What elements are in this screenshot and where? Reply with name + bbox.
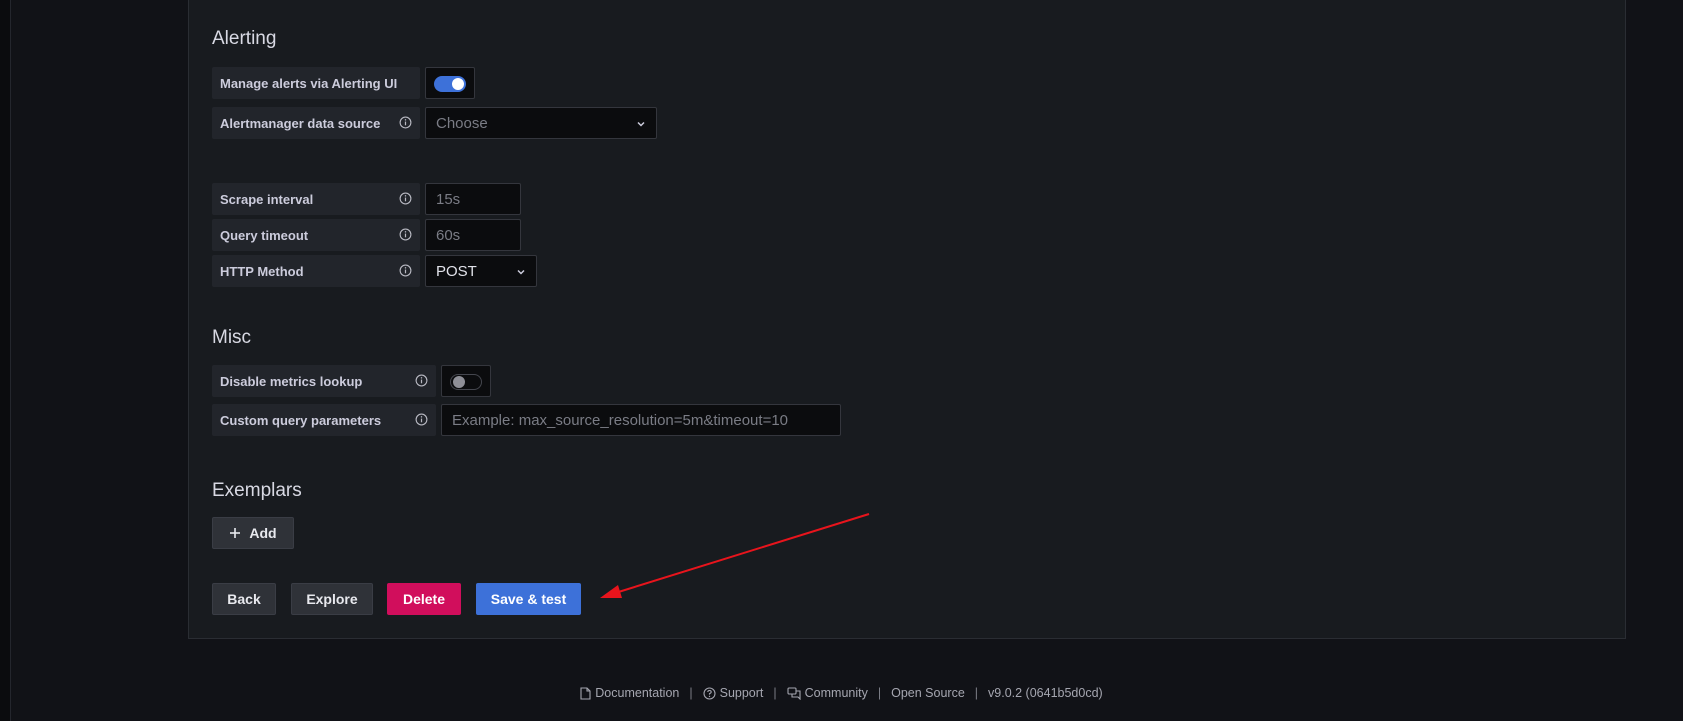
alerting-section-title: Alerting <box>212 28 277 49</box>
explore-button[interactable]: Explore <box>291 583 373 615</box>
footer: Documentation | Support | Community | Op… <box>0 686 1683 700</box>
comments-icon <box>787 686 801 700</box>
version-link[interactable]: v9.0.2 (0641b5d0cd) <box>988 686 1103 700</box>
manage-alerts-label-text: Manage alerts via Alerting UI <box>220 75 398 91</box>
custom-query-input[interactable]: Example: max_source_resolution=5m&timeou… <box>441 404 841 436</box>
scrape-interval-label: Scrape interval <box>212 183 420 215</box>
info-icon[interactable] <box>399 228 412 241</box>
add-exemplar-label: Add <box>249 525 277 541</box>
http-method-select[interactable]: POST <box>425 255 537 287</box>
http-method-value: POST <box>436 262 477 280</box>
save-test-button[interactable]: Save & test <box>476 583 581 615</box>
alertmanager-select[interactable]: Choose <box>425 107 657 139</box>
info-icon[interactable] <box>415 413 428 426</box>
community-link[interactable]: Community <box>787 686 868 700</box>
toggle-knob <box>453 376 465 388</box>
documentation-link[interactable]: Documentation <box>580 686 679 700</box>
plus-icon <box>230 528 241 538</box>
custom-query-placeholder: Example: max_source_resolution=5m&timeou… <box>452 411 789 429</box>
disable-metrics-toggle-box <box>441 365 491 397</box>
custom-query-label-text: Custom query parameters <box>220 412 382 428</box>
manage-alerts-toggle-box <box>425 67 475 99</box>
version-label: v9.0.2 (0641b5d0cd) <box>988 686 1103 700</box>
disable-metrics-toggle[interactable] <box>450 374 482 390</box>
info-icon[interactable] <box>399 264 412 277</box>
support-label: Support <box>719 686 764 700</box>
http-method-label: HTTP Method <box>212 255 420 287</box>
footer-separator: | <box>689 686 693 700</box>
back-button[interactable]: Back <box>212 583 276 615</box>
scrape-interval-placeholder: 15s <box>436 190 461 208</box>
query-timeout-label-text: Query timeout <box>220 227 309 243</box>
scrape-interval-input[interactable]: 15s <box>425 183 521 215</box>
query-timeout-placeholder: 60s <box>436 226 461 244</box>
alertmanager-select-placeholder: Choose <box>436 114 488 132</box>
community-label: Community <box>804 686 868 700</box>
manage-alerts-label: Manage alerts via Alerting UI <box>212 67 420 99</box>
info-icon[interactable] <box>415 374 428 387</box>
info-icon[interactable] <box>399 192 412 205</box>
misc-section-title: Misc <box>212 327 252 348</box>
open-source-link[interactable]: Open Source <box>891 686 965 700</box>
toggle-knob <box>452 78 464 90</box>
scrape-interval-label-text: Scrape interval <box>220 191 314 207</box>
disable-metrics-label-text: Disable metrics lookup <box>220 373 363 389</box>
delete-button[interactable]: Delete <box>387 583 461 615</box>
support-link[interactable]: Support <box>703 686 764 700</box>
documentation-label: Documentation <box>595 686 680 700</box>
custom-query-label: Custom query parameters <box>212 404 436 436</box>
left-edge <box>0 0 11 721</box>
add-exemplar-button[interactable]: Add <box>212 517 294 549</box>
query-timeout-input[interactable]: 60s <box>425 219 521 251</box>
alertmanager-label-text: Alertmanager data source <box>220 115 381 131</box>
footer-separator: | <box>877 686 882 700</box>
chevron-down-icon <box>517 269 525 275</box>
http-method-label-text: HTTP Method <box>220 263 304 279</box>
footer-separator: | <box>974 686 979 700</box>
alertmanager-label: Alertmanager data source <box>212 107 420 139</box>
info-icon[interactable] <box>399 116 412 129</box>
open-source-label: Open Source <box>891 686 965 700</box>
manage-alerts-toggle[interactable] <box>434 76 466 92</box>
disable-metrics-label: Disable metrics lookup <box>212 365 436 397</box>
chevron-down-icon <box>637 121 645 127</box>
question-circle-icon <box>703 686 716 700</box>
document-icon <box>580 686 591 700</box>
exemplars-section-title: Exemplars <box>212 480 302 501</box>
query-timeout-label: Query timeout <box>212 219 420 251</box>
footer-separator: | <box>773 686 777 700</box>
